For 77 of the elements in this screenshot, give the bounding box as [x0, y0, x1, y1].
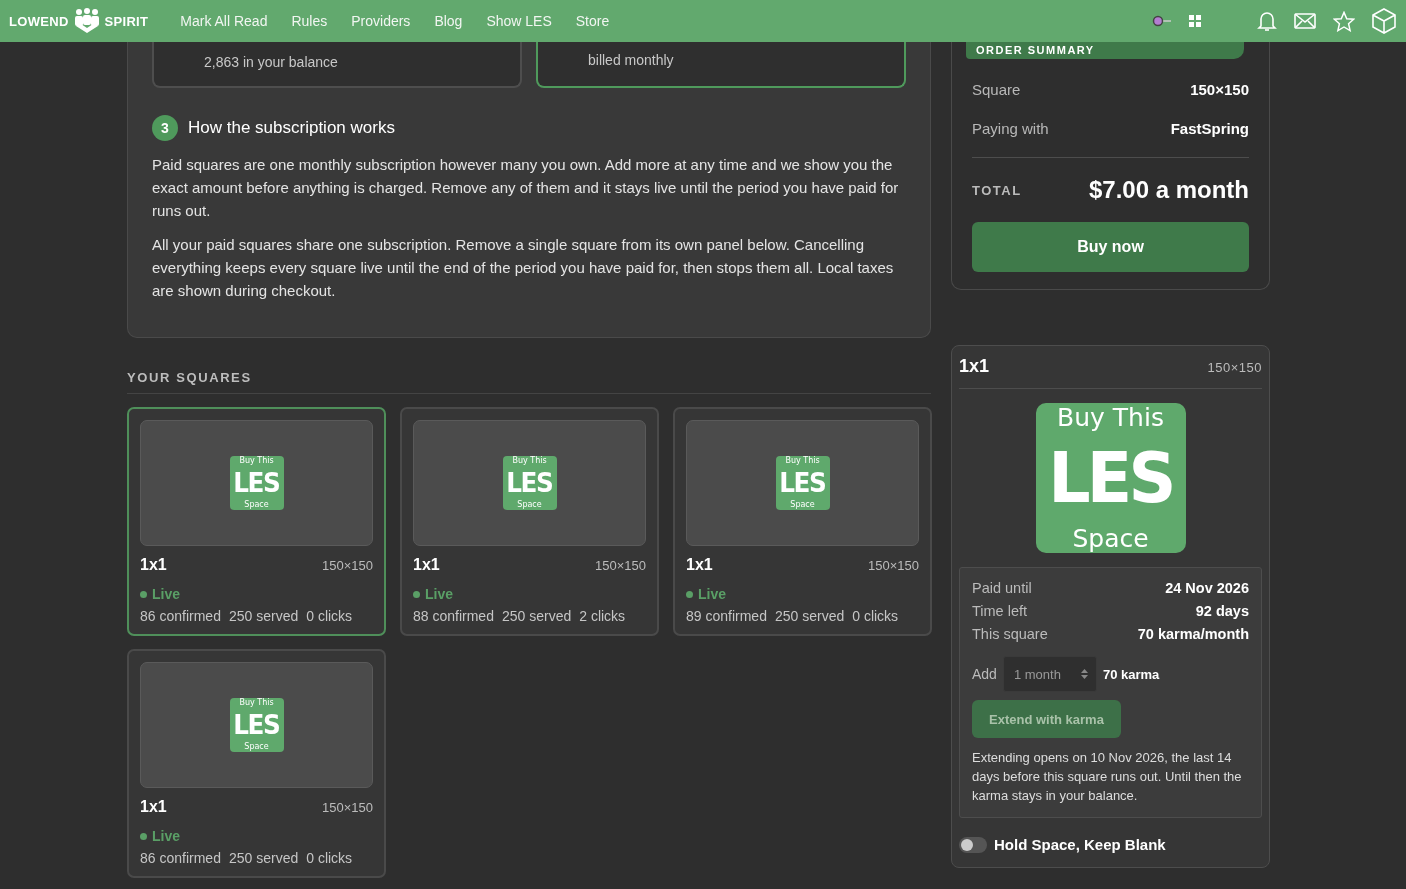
ad-logo-drawing: Buy This LES Space [229, 698, 284, 752]
square-card[interactable]: Buy This LES Space 1x1 150×150 Live 86 confirmed 250 served 0 clicks [127, 649, 386, 878]
people-logo-icon[interactable] [72, 8, 101, 34]
toggle-label: Hold Space, Keep Blank [994, 836, 1166, 853]
nav-link[interactable]: Blog [422, 9, 475, 33]
status-label: Live [698, 586, 726, 602]
section-title: How the subscription works [188, 118, 395, 138]
toggle-switch[interactable] [959, 836, 987, 853]
payment-option[interactable]: billed monthly [536, 42, 906, 88]
row-label: Paid until [972, 580, 1032, 596]
row-value: 70 karma/month [1137, 626, 1249, 642]
info-text: Extending opens on 10 Nov 2026, the last 14 days before this square runs out. Until then the karma stays in your balance. [972, 749, 1243, 805]
brand-text[interactable]: SPIRIT [104, 13, 149, 29]
status-label: Live [152, 586, 180, 602]
buy-button[interactable]: Buy now [972, 222, 1249, 272]
add-label: Add [972, 666, 997, 682]
stat-text: 88 confirmed [413, 608, 494, 624]
stat-text: 86 confirmed [140, 608, 221, 624]
nav-link[interactable]: Mark All Read [168, 9, 280, 33]
ad-logo-drawing: Buy This LES Space [229, 456, 284, 510]
step-number: 3 [152, 115, 178, 141]
nav-link[interactable]: Show LES [474, 9, 564, 33]
square-card[interactable]: Buy This LES Space 1x1 150×150 Live 86 confirmed 250 served 0 clicks [127, 407, 386, 636]
stat-text: 0 clicks [306, 608, 353, 624]
section-heading: YOUR SQUARES [127, 370, 931, 394]
paragraph: All your paid squares share one subscription. Remove a single square from its own panel below. Cancelling everything keeps every square live until the end of the period you have paid for, then stops them all. Local taxes are shown during checkout. [152, 235, 895, 301]
row-label: Paying with [972, 120, 1049, 137]
duration-select[interactable]: 1 month [1002, 656, 1097, 692]
row-label: Square [972, 81, 1021, 98]
row-value: FastSpring [1170, 120, 1249, 137]
ad-logo-drawing: Buy This LES Space [502, 456, 557, 510]
stat-text: 0 clicks [852, 608, 899, 624]
square-size: 150×150 [595, 558, 646, 573]
square-card[interactable]: Buy This LES Space 1x1 150×150 Live 88 confirmed 250 served 2 clicks [400, 407, 659, 636]
square-name: 1x1 [686, 556, 713, 574]
row-value: 24 Nov 2026 [1165, 580, 1249, 596]
bell-icon[interactable] [1257, 10, 1277, 32]
mail-icon[interactable] [1294, 13, 1316, 29]
karma-cost: 70 karma [1102, 666, 1160, 682]
theme-switch-icon[interactable] [1152, 15, 1172, 27]
square-size: 150×150 [322, 558, 373, 573]
square-card[interactable]: Buy This LES Space 1x1 150×150 Live 89 confirmed 250 served 0 clicks [673, 407, 932, 636]
row-label: This square [972, 626, 1048, 642]
stat-text: 250 served [228, 608, 299, 624]
square-name: 1x1 [140, 798, 167, 816]
brand-text[interactable]: LOWEND [9, 13, 69, 29]
stat-text: 2 clicks [579, 608, 626, 624]
status-label: Live [425, 586, 453, 602]
stat-text: 250 served [501, 608, 572, 624]
stat-text: 250 served [228, 850, 299, 866]
total-label: TOTAL [972, 182, 1022, 198]
ad-logo-drawing: Buy This LES Space [1035, 403, 1186, 553]
nav-link[interactable]: Store [563, 9, 622, 33]
square-size: 150×150 [868, 558, 919, 573]
up-down-arrows-icon [1080, 669, 1088, 679]
row-label: Time left [972, 603, 1028, 619]
square-size: 150×150 [322, 800, 373, 815]
cube-icon[interactable] [1372, 8, 1396, 34]
status-label: Live [152, 828, 180, 844]
stat-text: 250 served [774, 608, 845, 624]
ad-logo-drawing: Buy This LES Space [775, 456, 830, 510]
nav-link[interactable]: Rules [279, 9, 340, 33]
stat-text: 89 confirmed [686, 608, 767, 624]
total-price: $7.00 a month [1088, 176, 1249, 204]
payment-option[interactable]: 2,863 in your balance [152, 42, 522, 88]
star-icon[interactable] [1333, 10, 1355, 32]
grid-icon[interactable] [1189, 15, 1201, 27]
nav-link[interactable]: Providers [339, 9, 423, 33]
square-size: 150×150 [1207, 360, 1262, 375]
stat-text: 0 clicks [306, 850, 353, 866]
square-name: 1x1 [140, 556, 167, 574]
stat-text: 86 confirmed [140, 850, 221, 866]
paragraph: Paid squares are one monthly subscription however many you own. Add more at any time and we show you the exact amount before anything is charged. Remove any of them and it stays live until the period you have paid for runs out. [152, 155, 900, 221]
row-value: 150×150 [1190, 81, 1249, 98]
row-value: 92 days [1195, 603, 1249, 619]
square-name: 1x1 [959, 356, 990, 377]
square-name: 1x1 [413, 556, 440, 574]
